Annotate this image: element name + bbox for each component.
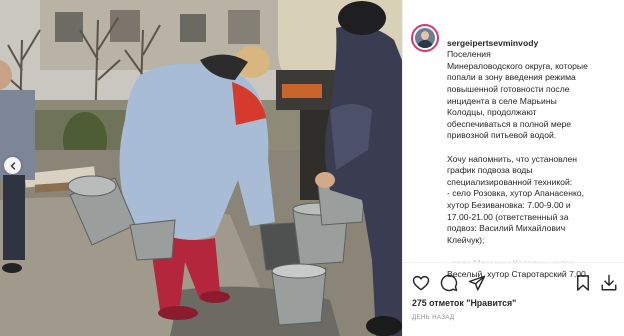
- post-caption: sergeipertsevminvody Поселения Минералов…: [447, 26, 624, 281]
- post-side-panel: sergeipertsevminvody Поселения Минералов…: [402, 0, 624, 336]
- download-icon: [601, 274, 617, 291]
- action-bar: [403, 272, 624, 294]
- post-photo[interactable]: [0, 0, 402, 336]
- photo-scene: [0, 0, 402, 336]
- download-button[interactable]: [600, 274, 618, 292]
- paper-plane-icon: [468, 275, 486, 291]
- post-date[interactable]: ДЕНЬ НАЗАД: [412, 314, 454, 321]
- caption-paragraph-1: Поселения Минераловодского округа, котор…: [447, 49, 588, 141]
- chevron-left-icon: [10, 161, 15, 170]
- avatar[interactable]: [411, 24, 439, 52]
- comment-icon: [440, 274, 458, 292]
- likes-count[interactable]: 275 отметок "Нравится": [412, 298, 516, 308]
- previous-image-button[interactable]: [4, 157, 21, 174]
- caption-fade: [439, 252, 621, 270]
- caption-paragraph-2: Хочу напомнить, что установлен график по…: [447, 153, 584, 245]
- bookmark-icon: [577, 275, 589, 291]
- save-button[interactable]: [574, 274, 592, 292]
- divider: [403, 262, 624, 263]
- username-link[interactable]: sergeipertsevminvody: [447, 38, 538, 48]
- avatar-photo-icon: [415, 28, 435, 48]
- like-button[interactable]: [412, 274, 430, 292]
- comment-button[interactable]: [440, 274, 458, 292]
- heart-icon: [412, 275, 430, 291]
- share-button[interactable]: [468, 274, 486, 292]
